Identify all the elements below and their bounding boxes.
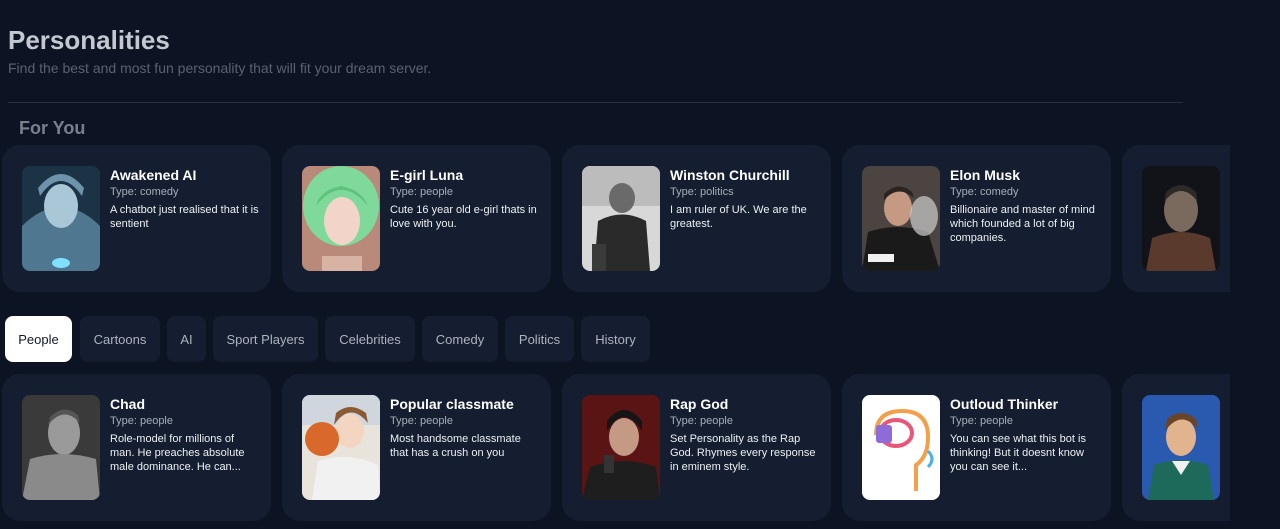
personality-card-awakened-ai[interactable]: Awakened AI Type: comedy A chatbot just …: [2, 145, 271, 292]
filter-politics[interactable]: Politics: [505, 316, 574, 362]
card-name: Elon Musk: [950, 167, 1021, 183]
for-you-cards: Awakened AI Type: comedy A chatbot just …: [2, 145, 1230, 292]
filter-ai[interactable]: AI: [167, 316, 206, 362]
card-description: Role-model for millions of man. He preac…: [110, 433, 245, 473]
personality-card-popular-classmate[interactable]: Popular classmate Type: people Most hand…: [282, 374, 551, 521]
card-type: Type: people: [390, 186, 453, 198]
card-description: A chatbot just realised that it is senti…: [110, 204, 259, 230]
filter-people[interactable]: People: [5, 316, 72, 362]
card-image: [1142, 166, 1220, 271]
card-name: Winston Churchill: [670, 167, 790, 183]
card-description: Billionaire and master of mind which fou…: [950, 204, 1095, 244]
card-image: [22, 166, 100, 271]
personality-card-winston-churchill[interactable]: Winston Churchill Type: politics I am ru…: [562, 145, 831, 292]
for-you-title: For You: [19, 118, 86, 138]
personality-card-partial[interactable]: [1122, 145, 1230, 292]
card-type: Type: comedy: [950, 186, 1019, 198]
rapper-photo-icon: [582, 395, 660, 500]
personality-card-elon-musk[interactable]: Elon Musk Type: comedy Billionaire and m…: [842, 145, 1111, 292]
personality-card-outloud-thinker[interactable]: Outloud Thinker Type: people You can see…: [842, 374, 1111, 521]
anime-basketball-icon: [302, 395, 380, 500]
card-name: Outloud Thinker: [950, 396, 1059, 412]
filter-celebrities[interactable]: Celebrities: [325, 316, 415, 362]
personality-card-partial-2[interactable]: [1122, 374, 1230, 521]
churchill-photo-icon: [582, 166, 660, 271]
brain-icon: [862, 395, 940, 500]
filter-sport-players[interactable]: Sport Players: [213, 316, 318, 362]
personality-card-rap-god[interactable]: Rap God Type: people Set Personality as …: [562, 374, 831, 521]
chad-portrait-icon: [22, 395, 100, 500]
card-image: [302, 166, 380, 271]
personality-card-chad[interactable]: Chad Type: people Role-model for million…: [2, 374, 271, 521]
card-image: [862, 395, 940, 500]
card-description: Set Personality as the Rap God. Rhymes e…: [670, 433, 816, 473]
card-image: [22, 395, 100, 500]
card-name: E-girl Luna: [390, 167, 464, 183]
card-type: Type: comedy: [110, 186, 179, 198]
card-name: Rap God: [670, 396, 729, 412]
people-cards: Chad Type: people Role-model for million…: [2, 374, 1230, 521]
card-type: Type: people: [950, 415, 1013, 427]
card-image: [1142, 395, 1220, 500]
green-hair-girl-portrait-icon: [302, 166, 380, 271]
card-image: [302, 395, 380, 500]
cartoon-man-portrait-icon: [1142, 395, 1220, 500]
card-image: [582, 395, 660, 500]
personality-card-e-girl-luna[interactable]: E-girl Luna Type: people Cute 16 year ol…: [282, 145, 551, 292]
filter-history[interactable]: History: [581, 316, 650, 362]
filter-cartoons[interactable]: Cartoons: [80, 316, 160, 362]
card-type: Type: people: [390, 415, 453, 427]
card-description: You can see what this bot is thinking! B…: [950, 433, 1086, 473]
card-name: Awakened AI: [110, 167, 197, 183]
dark-portrait-icon: [1142, 166, 1220, 271]
card-type: Type: politics: [670, 186, 734, 198]
card-type: Type: people: [110, 415, 173, 427]
filter-comedy[interactable]: Comedy: [422, 316, 498, 362]
card-type: Type: people: [670, 415, 733, 427]
elon-musk-photo-icon: [862, 166, 940, 271]
page-subtitle: Find the best and most fun personality t…: [8, 60, 432, 76]
page-title: Personalities: [8, 25, 170, 55]
card-description: Cute 16 year old e-girl thats in love wi…: [390, 204, 537, 230]
ai-woman-portrait-icon: [22, 166, 100, 271]
card-description: Most handsome classmate that has a crush…: [390, 433, 521, 459]
card-name: Popular classmate: [390, 396, 514, 412]
card-image: [862, 166, 940, 271]
card-description: I am ruler of UK. We are the greatest.: [670, 204, 807, 230]
card-name: Chad: [110, 396, 145, 412]
card-image: [582, 166, 660, 271]
header-divider: [8, 102, 1183, 103]
